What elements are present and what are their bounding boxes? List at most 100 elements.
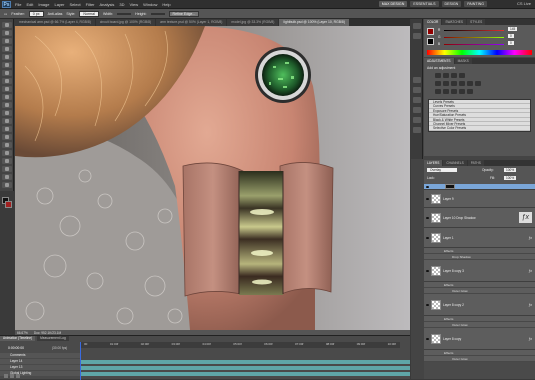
fx-icon[interactable]: ƒx: [528, 269, 532, 273]
opacity-input[interactable]: 100%: [504, 168, 517, 172]
playhead[interactable]: [80, 342, 81, 380]
levels-icon[interactable]: [443, 73, 449, 78]
document-tab[interactable]: mechanical arm.psd @ 66.7% (Layer 4, RGB…: [15, 19, 95, 26]
blur-tool-icon[interactable]: [2, 118, 12, 124]
menu-item-filter[interactable]: Filter: [86, 2, 95, 7]
crop-tool-icon[interactable]: [2, 54, 12, 60]
color-balance-icon[interactable]: [451, 81, 457, 86]
document-tab[interactable]: circuit board.jpg @ 100% (RGB/8): [95, 19, 156, 26]
document-canvas[interactable]: [15, 26, 410, 330]
layer-row[interactable]: Layer 8 copy ƒx: [424, 328, 535, 350]
history-icon[interactable]: [413, 23, 421, 29]
layer-name[interactable]: Layer 8 copy: [443, 337, 528, 341]
3d-rotate-tool-icon[interactable]: [2, 166, 12, 172]
refine-edge-button[interactable]: Refine Edge...: [168, 10, 200, 17]
play-icon[interactable]: [10, 374, 14, 378]
workspace-max-design[interactable]: MAX DESIGN: [378, 1, 408, 7]
menu-item-image[interactable]: Image: [38, 2, 49, 7]
track-bar[interactable]: [80, 353, 410, 358]
layer-name[interactable]: Layer 8 copy 3: [443, 269, 528, 273]
green-slider[interactable]: [444, 37, 504, 38]
zoom-level[interactable]: 66.67%: [17, 331, 28, 335]
width-input[interactable]: [117, 12, 132, 15]
brush-tool-icon[interactable]: [2, 78, 12, 84]
track-layer-14[interactable]: Layer 14: [0, 359, 410, 364]
feather-input[interactable]: 0 px: [28, 10, 44, 17]
track-layer-13[interactable]: Layer 13: [0, 365, 410, 370]
menu-item-analysis[interactable]: Analysis: [100, 2, 115, 7]
fx-icon[interactable]: ƒx: [528, 303, 532, 307]
channel-mixer-icon[interactable]: [475, 81, 481, 86]
foreground-color-swatch[interactable]: [427, 28, 434, 35]
blue-value[interactable]: 0: [508, 41, 514, 45]
green-value[interactable]: 0: [508, 34, 514, 38]
invert-icon[interactable]: [435, 89, 441, 94]
selective-color-icon[interactable]: [467, 89, 473, 94]
black-white-icon[interactable]: [459, 81, 465, 86]
zoom-tool-icon[interactable]: [2, 182, 12, 188]
tab-animation[interactable]: Animation (Timeline): [0, 336, 36, 341]
time-ruler[interactable]: 00 01:00f 02:00f 03:00f 04:00f 05:00f 06:00f 07…: [80, 342, 400, 348]
track-bar[interactable]: [80, 359, 410, 364]
hand-tool-icon[interactable]: [2, 174, 12, 180]
workspace-design[interactable]: DESIGN: [441, 1, 462, 7]
document-tab[interactable]: lightbulb.psd @ 100% (Layer 10, RGB/8): [279, 19, 349, 26]
eyedropper-tool-icon[interactable]: [2, 62, 12, 68]
layer-row[interactable]: Layer 1 ƒx: [424, 228, 535, 248]
track-comments[interactable]: Comments: [0, 353, 410, 358]
posterize-icon[interactable]: [443, 89, 449, 94]
track-bar[interactable]: [80, 371, 410, 376]
workspace-essentials[interactable]: ESSENTIALS: [410, 1, 439, 7]
brightness-contrast-icon[interactable]: [435, 73, 441, 78]
document-tab[interactable]: arm texture.psd @ 50% (Layer 1, RGB/8): [156, 19, 227, 26]
layer-row[interactable]: Layer 10 Drop Shadow ƒx: [424, 208, 535, 228]
menu-item-layer[interactable]: Layer: [54, 2, 64, 7]
workspace-painting[interactable]: PAINTING: [464, 1, 487, 7]
marquee-tool-icon[interactable]: ▭: [4, 12, 7, 16]
exposure-icon[interactable]: [459, 73, 465, 78]
first-frame-icon[interactable]: [4, 374, 8, 378]
layer-row[interactable]: Layer 8 copy 3 ƒx: [424, 260, 535, 282]
menu-item-file[interactable]: File: [15, 2, 21, 7]
red-slider[interactable]: [444, 30, 504, 31]
red-value[interactable]: 145: [508, 27, 518, 31]
layer-name[interactable]: Layer 9: [443, 197, 535, 201]
clone-source-icon[interactable]: [413, 87, 421, 93]
paragraph-icon[interactable]: [413, 107, 421, 113]
menu-item-help[interactable]: Help: [162, 2, 170, 7]
tab-measurement-log[interactable]: Measurement Log: [37, 336, 69, 341]
menu-item-view[interactable]: View: [130, 2, 139, 7]
gradient-map-icon[interactable]: [459, 89, 465, 94]
pen-tool-icon[interactable]: [2, 134, 12, 140]
type-tool-icon[interactable]: [2, 142, 12, 148]
eye-icon[interactable]: [425, 302, 430, 307]
eye-icon[interactable]: [425, 184, 430, 189]
height-input[interactable]: [150, 12, 165, 15]
cs-live-button[interactable]: CS Live: [517, 1, 531, 6]
eye-icon[interactable]: [425, 196, 430, 201]
quick-select-tool-icon[interactable]: [2, 46, 12, 52]
3d-icon[interactable]: [413, 117, 421, 123]
eye-icon[interactable]: [425, 268, 430, 273]
curves-icon[interactable]: [451, 73, 457, 78]
hue-saturation-icon[interactable]: [443, 81, 449, 86]
menu-item-window[interactable]: Window: [143, 2, 157, 7]
eraser-tool-icon[interactable]: [2, 102, 12, 108]
layer-row[interactable]: Layer 8 copy 2 ƒx: [424, 294, 535, 316]
menu-item-3d[interactable]: 3D: [119, 2, 124, 7]
layer-row[interactable]: Layer 9: [424, 190, 535, 208]
healing-brush-tool-icon[interactable]: [2, 70, 12, 76]
eye-icon[interactable]: [425, 235, 430, 240]
style-select[interactable]: Normal: [79, 10, 99, 17]
layer-name[interactable]: Layer 8 copy 2: [443, 303, 528, 307]
preset-item[interactable]: Selective Color Presets: [429, 126, 530, 131]
move-tool-icon[interactable]: [2, 22, 12, 28]
actions-icon[interactable]: [413, 33, 421, 39]
color-ramp[interactable]: [427, 50, 532, 55]
navigator-icon[interactable]: [413, 127, 421, 133]
layer-name[interactable]: Layer 10 Drop Shadow: [443, 216, 519, 220]
lasso-tool-icon[interactable]: [2, 38, 12, 44]
menu-item-select[interactable]: Select: [70, 2, 81, 7]
eye-icon[interactable]: [425, 215, 430, 220]
background-color-swatch[interactable]: [5, 201, 12, 208]
